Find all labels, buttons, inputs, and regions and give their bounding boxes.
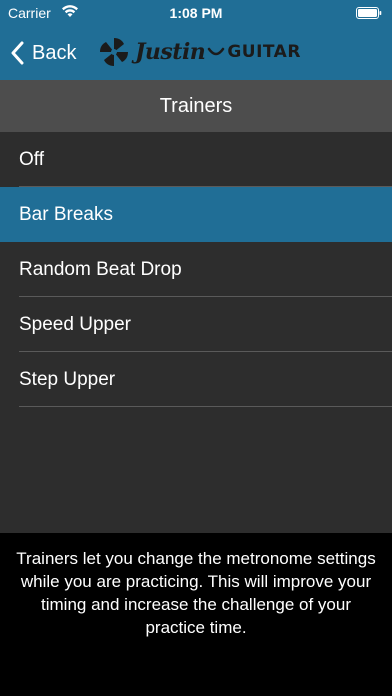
battery-icon: [356, 7, 382, 19]
nav-bar: Back Justin GUITAR: [0, 28, 392, 80]
trainer-option-bar-breaks[interactable]: Bar Breaks: [0, 187, 392, 242]
trainer-list: Off Bar Breaks Random Beat Drop Speed Up…: [0, 132, 392, 407]
top-bar: Carrier 1:08 PM Back Justin GUITAR: [0, 0, 392, 80]
trainer-option-step-upper[interactable]: Step Upper: [0, 352, 392, 407]
trainer-option-random-beat-drop[interactable]: Random Beat Drop: [0, 242, 392, 297]
justin-guitar-logo: Justin GUITAR: [96, 34, 301, 70]
chevron-left-icon: [11, 41, 24, 65]
status-bar: Carrier 1:08 PM: [0, 0, 392, 28]
trainers-description: Trainers let you change the metronome se…: [16, 549, 376, 637]
logo-script-text: Justin: [135, 39, 206, 65]
trainer-option-off[interactable]: Off: [0, 132, 392, 187]
pinwheel-logo-icon: [100, 38, 128, 66]
back-button[interactable]: Back: [10, 36, 76, 70]
smile-icon: [208, 47, 225, 56]
status-time: 1:08 PM: [169, 5, 223, 21]
trainer-option-speed-upper[interactable]: Speed Upper: [0, 297, 392, 352]
trainers-description-panel: Trainers let you change the metronome se…: [0, 533, 392, 696]
back-label: Back: [32, 41, 77, 64]
page-title: Trainers: [0, 80, 392, 132]
logo-word-text: GUITAR: [227, 42, 301, 62]
